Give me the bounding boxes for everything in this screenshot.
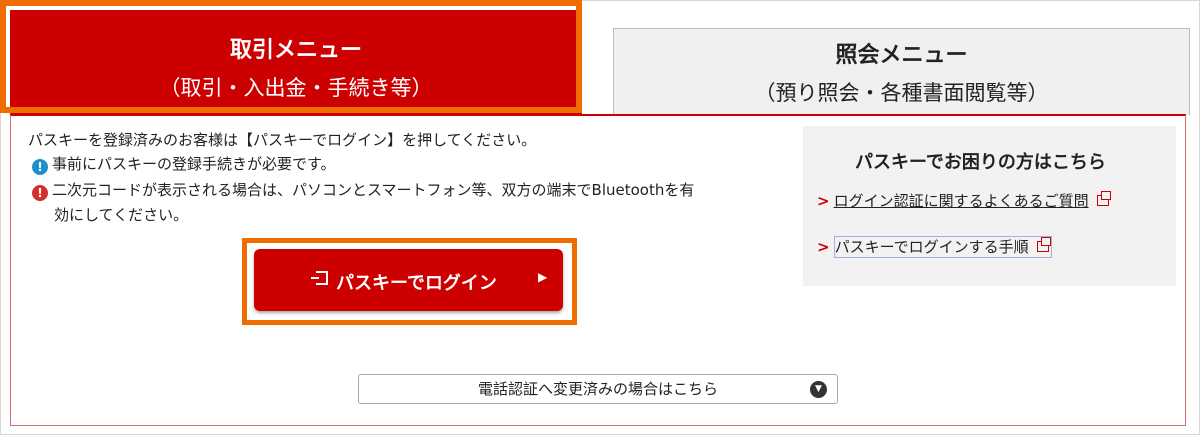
note-warning-line2: 効にしてください。 (54, 206, 189, 224)
phone-auth-toggle[interactable]: 電話認証へ変更済みの場合はこちら ▼ (358, 374, 838, 404)
arrow-right-icon: ▶ (538, 270, 548, 284)
tab-trade-highlight (0, 0, 582, 113)
warning-icon: ! (32, 185, 48, 201)
note-info-text: 事前にパスキーの登録手続きが必要です。 (52, 155, 336, 173)
intro-text: パスキーを登録済みのお客様は【パスキーでログイン】を押してください。 (28, 131, 537, 149)
info-icon: ! (32, 159, 48, 175)
passkey-help-box: パスキーでお困りの方はこちら > ログイン認証に関するよくあるご質問 > パスキーで… (803, 126, 1176, 286)
tab-inquiry-subtitle: （預り照会・各種書面閲覧等） (754, 81, 1049, 105)
chevron-right-icon: > (817, 192, 830, 210)
note-info: ! 事前にパスキーの登録手続きが必要です。 (32, 152, 336, 177)
tab-inquiry-menu[interactable]: 照会メニュー （預り照会・各種書面閲覧等） (613, 28, 1190, 115)
passkey-login-label: パスキーでログイン (336, 273, 497, 294)
phone-auth-toggle-label: 電話認証へ変更済みの場合はこちら (477, 380, 718, 398)
note-warning: ! 二次元コードが表示される場合は、パソコンとスマートフォン等、双方の端末でBlu… (32, 178, 772, 228)
passkey-steps-label: パスキーでログインする手順 (834, 238, 1029, 256)
note-warning-line1: 二次元コードが表示される場合は、パソコンとスマートフォン等、双方の端末でBlue… (52, 181, 695, 199)
chevron-right-icon: > (817, 238, 830, 256)
login-icon (311, 271, 328, 285)
tab-inquiry-title: 照会メニュー (835, 43, 968, 68)
external-window-icon (1096, 191, 1111, 206)
help-title: パスキーでお困りの方はこちら (855, 152, 1106, 173)
chevron-down-icon: ▼ (810, 381, 827, 398)
passkey-login-button[interactable]: パスキーでログイン ▶ (254, 249, 563, 311)
faq-link[interactable]: > ログイン認証に関するよくあるご質問 (817, 190, 1111, 211)
passkey-steps-link[interactable]: > パスキーでログインする手順 (817, 236, 1052, 258)
external-window-icon (1036, 237, 1051, 252)
faq-link-label: ログイン認証に関するよくあるご質問 (833, 192, 1089, 210)
